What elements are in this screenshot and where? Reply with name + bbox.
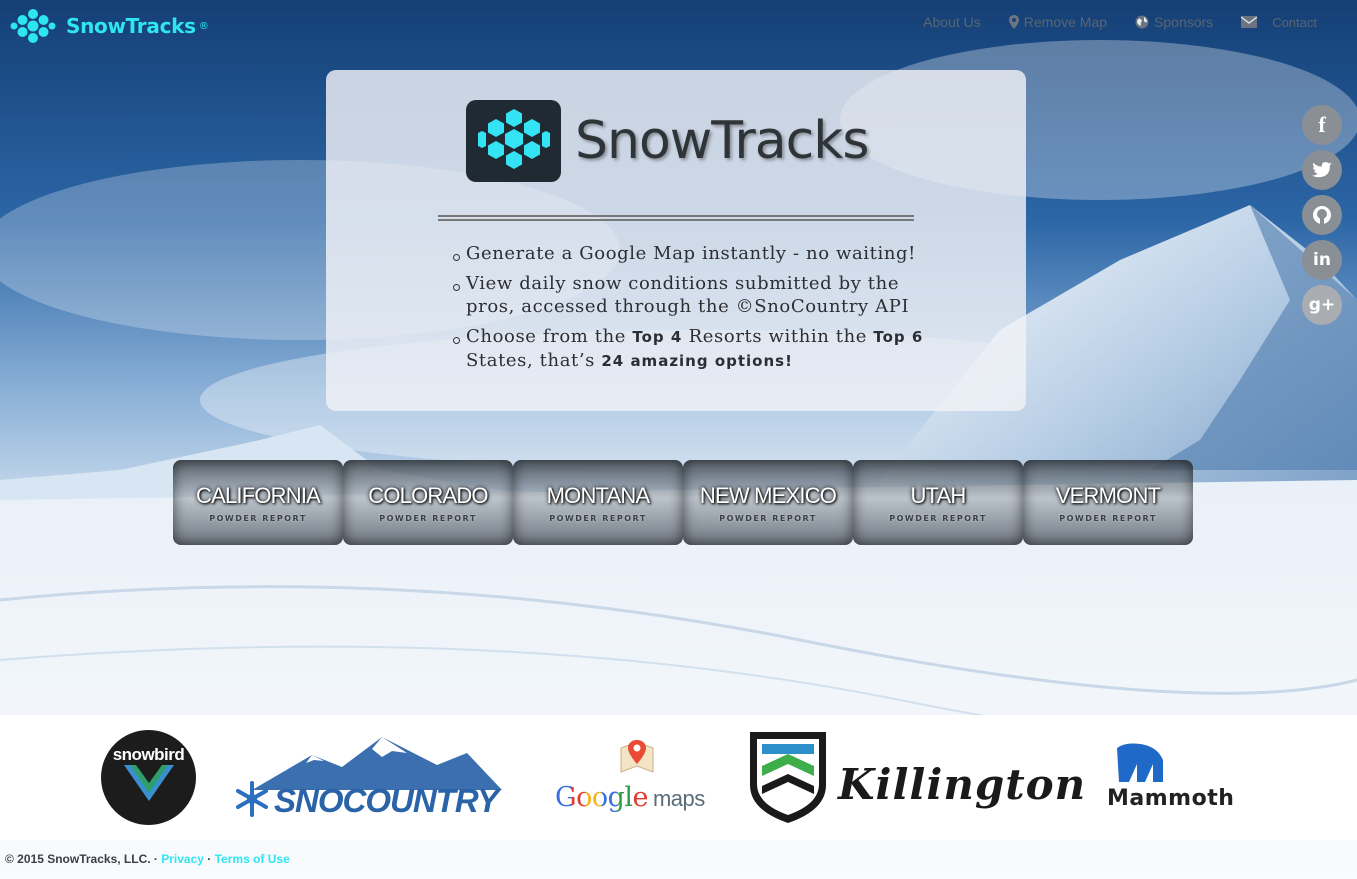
- state-buttons: CALIFORNIA POWDER REPORT COLORADO POWDER…: [173, 460, 1193, 545]
- google-plus-glyph: g+: [1308, 295, 1336, 315]
- mammoth-m-icon: [1117, 743, 1163, 782]
- feature-item-snow-conditions: View daily snow conditions submitted by …: [453, 272, 936, 318]
- google-wordmark: Google: [555, 782, 648, 813]
- linkedin-glyph: in: [1313, 250, 1331, 270]
- state-subtitle: POWDER REPORT: [549, 513, 647, 523]
- state-name: UTAH: [910, 482, 966, 508]
- nav-sponsors-label: Sponsors: [1154, 14, 1214, 30]
- hero-divider: [438, 215, 914, 221]
- google-maps-wordmark: Google maps: [555, 782, 705, 813]
- snowflake-hex-icon: [477, 109, 550, 169]
- snowbird-shield-icon: [123, 764, 174, 801]
- facebook-glyph: f: [1318, 112, 1326, 137]
- top-navbar: SnowTracks ® About Us Remove Map Sponsor…: [0, 0, 1357, 50]
- state-subtitle: POWDER REPORT: [379, 513, 477, 523]
- hero-card: SnowTracks Generate a Google Map instant…: [326, 70, 1026, 411]
- brand-link[interactable]: SnowTracks ®: [10, 6, 209, 46]
- killington-shield-icon: [750, 732, 826, 823]
- social-links: f in g+: [1302, 105, 1342, 325]
- nav-remove-map[interactable]: Remove Map: [1008, 14, 1108, 30]
- state-name: VERMONT: [1055, 482, 1161, 508]
- registered-mark: ®: [198, 20, 209, 32]
- feature-list: Generate a Google Map instantly - no wai…: [453, 242, 936, 380]
- nav-remove-map-label: Remove Map: [1023, 14, 1108, 30]
- twitter-bird-glyph: [1312, 161, 1332, 177]
- state-subtitle: POWDER REPORT: [209, 513, 307, 523]
- snowflake-icon: [236, 781, 268, 817]
- snowflake-hex-icon: [10, 9, 56, 43]
- state-button-colorado[interactable]: COLORADO POWDER REPORT: [343, 460, 513, 545]
- state-button-montana[interactable]: MONTANA POWDER REPORT: [513, 460, 683, 545]
- footer-separator: ·: [203, 852, 215, 866]
- state-button-new-mexico[interactable]: NEW MEXICO POWDER REPORT: [683, 460, 853, 545]
- feature-text: States, that’s: [466, 350, 602, 371]
- feature-bold: Top 6: [873, 328, 924, 346]
- feature-item-instant-map: Generate a Google Map instantly - no wai…: [453, 242, 936, 265]
- snocountry-logo[interactable]: SNOCOUNTRY: [232, 735, 507, 825]
- github-octocat-glyph: [1313, 206, 1331, 224]
- snowbird-wordmark: snowbird: [112, 744, 185, 764]
- state-name: CALIFORNIA: [195, 482, 321, 508]
- facebook-icon[interactable]: f: [1302, 105, 1342, 145]
- google-maps-logo[interactable]: Google maps: [555, 740, 720, 825]
- hero-logo: SnowTracks: [466, 100, 869, 182]
- globe-icon: [1135, 15, 1149, 29]
- state-button-california[interactable]: CALIFORNIA POWDER REPORT: [173, 460, 343, 545]
- maps-wordmark: maps: [652, 786, 705, 811]
- state-subtitle: POWDER REPORT: [1059, 513, 1157, 523]
- google-plus-icon[interactable]: g+: [1302, 285, 1342, 325]
- feature-item-options: Choose from the Top 4 Resorts within the…: [453, 325, 936, 373]
- killington-wordmark: Killington: [838, 760, 1087, 809]
- state-name: NEW MEXICO: [699, 482, 837, 508]
- github-icon[interactable]: [1302, 195, 1342, 235]
- twitter-icon[interactable]: [1302, 150, 1342, 190]
- state-button-utah[interactable]: UTAH POWDER REPORT: [853, 460, 1023, 545]
- feature-text: Choose from the: [466, 326, 633, 347]
- map-marker-icon: [1008, 15, 1019, 29]
- hero-logo-icon: [466, 100, 561, 182]
- nav-sponsors[interactable]: Sponsors: [1135, 14, 1213, 30]
- main-nav: About Us Remove Map Sponsors Contact: [923, 14, 1317, 30]
- hero-title: SnowTracks: [575, 111, 869, 171]
- state-subtitle: POWDER REPORT: [719, 513, 817, 523]
- mammoth-wordmark: Mammoth: [1107, 786, 1235, 811]
- linkedin-icon[interactable]: in: [1302, 240, 1342, 280]
- envelope-icon: [1241, 16, 1258, 28]
- feature-bold: 24 amazing options!: [601, 352, 793, 370]
- state-button-vermont[interactable]: VERMONT POWDER REPORT: [1023, 460, 1193, 545]
- feature-bold: Top 4: [632, 328, 683, 346]
- footer: © 2015 SnowTracks, LLC. · Privacy · Term…: [5, 852, 290, 866]
- snocountry-wordmark: SNOCOUNTRY: [274, 782, 499, 819]
- killington-logo[interactable]: Killington: [748, 730, 1085, 825]
- privacy-link[interactable]: Privacy: [161, 852, 204, 866]
- nav-about-label: About Us: [923, 14, 981, 30]
- copyright-text: © 2015 SnowTracks, LLC. ·: [5, 852, 162, 866]
- snowbird-logo[interactable]: snowbird: [101, 730, 196, 825]
- state-subtitle: POWDER REPORT: [889, 513, 987, 523]
- terms-link[interactable]: Terms of Use: [215, 852, 290, 866]
- nav-about-us[interactable]: About Us: [923, 14, 981, 30]
- brand-name: SnowTracks: [66, 14, 196, 38]
- mammoth-logo[interactable]: Mammoth: [1105, 740, 1240, 820]
- nav-contact-label: Contact: [1272, 14, 1317, 30]
- state-name: MONTANA: [546, 482, 651, 508]
- map-pin-icon: [620, 740, 654, 773]
- sponsor-strip: snowbird SNOCOUNTRY Google maps Killingt…: [0, 715, 1357, 840]
- state-name: COLORADO: [368, 482, 488, 508]
- nav-contact[interactable]: Contact: [1241, 15, 1317, 30]
- feature-text: Resorts within the: [682, 326, 874, 347]
